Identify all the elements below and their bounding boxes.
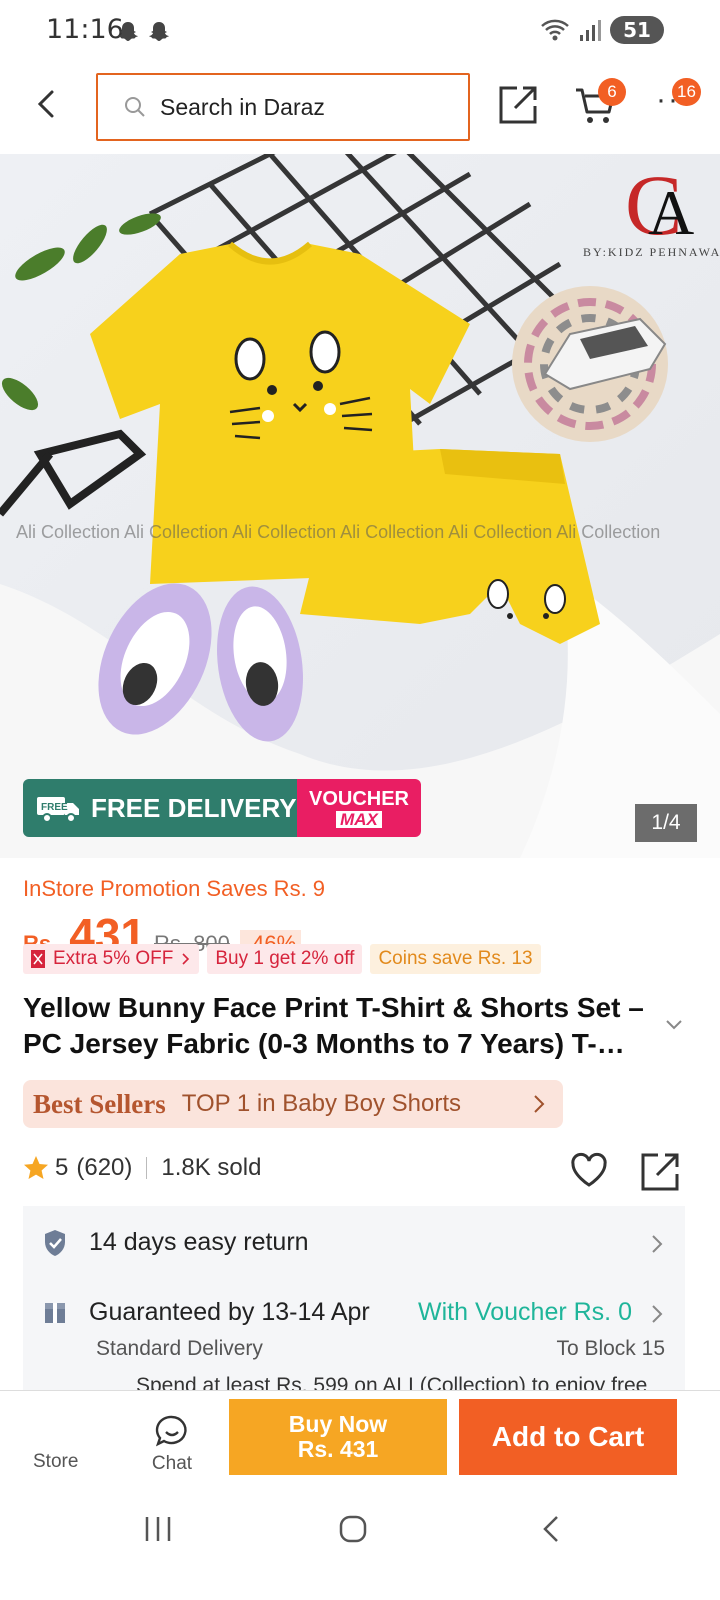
snapchat-icon (118, 22, 138, 41)
rating-row[interactable]: 5 (620) 1.8K sold (23, 1154, 261, 1182)
rating-score: 5 (55, 1154, 69, 1181)
extra-off-tag[interactable]: Extra 5% OFF (23, 944, 200, 974)
star-icon (24, 1156, 48, 1179)
chat-button[interactable]: Chat (147, 1415, 197, 1475)
snapchat-icon (149, 22, 169, 41)
add-to-cart-button[interactable]: Add to Cart (459, 1399, 677, 1475)
product-photo: C A BY:KIDZ PEHNAWA (0, 154, 720, 858)
bottom-action-bar: Store Chat Buy Now Rs. 431 Add to Cart (0, 1390, 720, 1490)
store-button[interactable]: Store (33, 1451, 78, 1473)
delivery-location: To Block 15 (556, 1337, 665, 1360)
signal-icon (580, 20, 601, 41)
buy-now-button[interactable]: Buy Now Rs. 431 (229, 1399, 447, 1475)
search-icon (125, 97, 145, 117)
best-sellers-banner[interactable]: Best Sellers TOP 1 in Baby Boy Shorts (23, 1080, 563, 1128)
cart-badge: 6 (598, 78, 626, 106)
search-placeholder: Search in Daraz (160, 93, 325, 120)
sold-count: 1.8K sold (161, 1154, 262, 1181)
image-watermark: Ali Collection Ali Collection Ali Collec… (16, 522, 661, 542)
system-navigation-bar (0, 1490, 720, 1600)
status-time: 11:16 (46, 14, 124, 45)
store-label: Store (33, 1451, 79, 1472)
recent-apps-icon[interactable] (144, 1514, 172, 1544)
chat-label: Chat (151, 1453, 193, 1474)
free-delivery-label: FREE FREE DELIVERY (23, 779, 297, 837)
buy-more-tag[interactable]: Buy 1 get 2% off (207, 944, 363, 974)
instore-promotion: InStore Promotion Saves Rs. 9 (23, 876, 326, 901)
share-icon[interactable] (497, 84, 539, 126)
chat-icon (155, 1415, 187, 1447)
delivery-truck-icon: FREE (37, 797, 79, 823)
easy-return-row[interactable]: 14 days easy return (43, 1228, 309, 1257)
chevron-right-icon (182, 953, 190, 965)
product-image-gallery[interactable]: C A BY:KIDZ PEHNAWA Ali Collection Ali C… (0, 154, 720, 858)
voucher-max-text: MAX (336, 810, 382, 828)
image-counter: 1/4 (635, 804, 697, 842)
review-count: (620) (76, 1154, 133, 1181)
service-panel: 14 days easy return Guaranteed by 13-14 … (23, 1206, 685, 1396)
best-sellers-rank: TOP 1 in Baby Boy Shorts (181, 1090, 461, 1117)
coins-tag[interactable]: Coins save Rs. 13 (370, 944, 541, 974)
back-arrow-icon[interactable] (30, 86, 66, 122)
package-icon (45, 1302, 65, 1323)
standard-delivery-label: Standard Delivery (96, 1337, 263, 1360)
home-icon[interactable] (338, 1514, 368, 1544)
buy-now-label: Buy Now (288, 1411, 388, 1437)
free-delivery-banner: FREE FREE DELIVERY VOUCHER MAX (23, 779, 421, 837)
guarantee-text: Guaranteed by 13-14 Apr (89, 1298, 370, 1326)
easy-return-text: 14 days easy return (89, 1228, 309, 1256)
status-bar: 11:16 51 (0, 0, 720, 64)
chevron-right-icon (534, 1095, 545, 1113)
best-sellers-label: Best Sellers (33, 1088, 166, 1119)
product-title: Yellow Bunny Face Print T-Shirt & Shorts… (23, 992, 644, 1059)
wishlist-heart-icon[interactable] (570, 1152, 608, 1188)
delivery-guarantee-row[interactable]: Guaranteed by 13-14 Apr (43, 1298, 370, 1327)
battery-indicator: 51 (610, 16, 664, 44)
share-icon[interactable] (640, 1152, 680, 1192)
chevron-right-icon[interactable] (651, 1304, 663, 1324)
search-input[interactable]: Search in Daraz (96, 73, 470, 141)
notification-badge: 16 (672, 78, 701, 106)
svg-text:BY:KIDZ PEHNAWA: BY:KIDZ PEHNAWA (583, 245, 720, 259)
divider (146, 1157, 148, 1179)
voucher-max-label: VOUCHER MAX (297, 779, 421, 837)
svg-text:FREE: FREE (41, 802, 68, 813)
chevron-right-icon[interactable] (651, 1234, 663, 1254)
free-delivery-text: FREE DELIVERY (91, 792, 297, 823)
extra-off-label: Extra 5% OFF (53, 948, 174, 969)
add-to-cart-label: Add to Cart (491, 1421, 645, 1452)
voucher-text: VOUCHER (308, 787, 409, 810)
wifi-icon (541, 19, 569, 41)
back-icon[interactable] (540, 1514, 562, 1544)
coupon-icon (31, 950, 45, 968)
shield-check-icon (45, 1229, 65, 1256)
promo-tags: Extra 5% OFF Buy 1 get 2% off Coins save… (23, 944, 541, 974)
battery-level: 51 (623, 18, 651, 42)
chevron-down-icon[interactable] (664, 1018, 684, 1032)
voucher-shipping[interactable]: With Voucher Rs. 0 (418, 1298, 632, 1327)
top-navigation: Search in Daraz 6 ··· 16 (0, 64, 720, 154)
svg-text:A: A (648, 177, 694, 248)
buy-now-price: Rs. 431 (297, 1436, 379, 1462)
